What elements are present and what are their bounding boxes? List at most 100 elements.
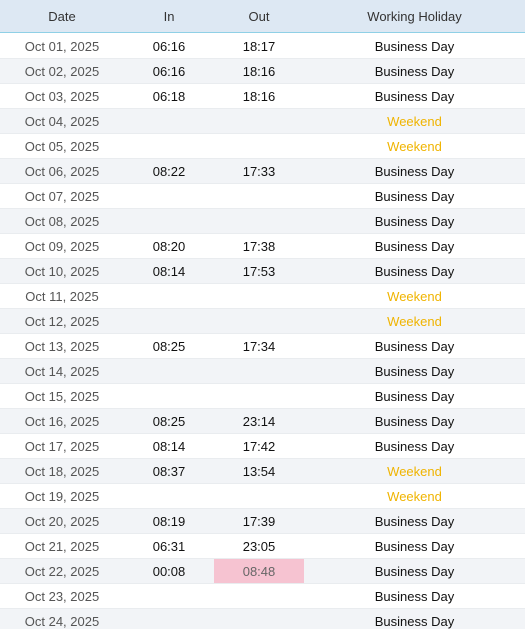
in-time-cell (124, 209, 214, 233)
in-time-cell: 06:16 (152, 39, 186, 54)
table-row[interactable]: Oct 14, 2025 Business Day (0, 359, 525, 384)
in-time-cell (124, 109, 214, 133)
working-holiday-cell: Weekend (387, 314, 442, 329)
date-cell: Oct 01, 2025 (24, 39, 100, 54)
table-row[interactable]: Oct 20, 2025 08:19 17:39 Business Day (0, 509, 525, 534)
working-holiday-cell: Business Day (374, 364, 455, 379)
working-holiday-cell: Weekend (387, 464, 442, 479)
table-row[interactable]: Oct 08, 2025 Business Day (0, 209, 525, 234)
table-row[interactable]: Oct 04, 2025 Weekend (0, 109, 525, 134)
in-time-cell (124, 359, 214, 383)
working-holiday-cell: Business Day (374, 614, 455, 629)
table-row[interactable]: Oct 23, 2025 Business Day (0, 584, 525, 609)
out-time-cell: 17:38 (242, 239, 276, 254)
out-time-cell: 23:05 (242, 539, 276, 554)
table-row[interactable]: Oct 02, 2025 06:16 18:16 Business Day (0, 59, 525, 84)
table-row[interactable]: Oct 05, 2025 Weekend (0, 134, 525, 159)
out-time-cell: 08:48 (214, 559, 304, 583)
out-time-cell (214, 609, 304, 629)
table-row[interactable]: Oct 16, 2025 08:25 23:14 Business Day (0, 409, 525, 434)
table-row[interactable]: Oct 01, 2025 06:16 18:17 Business Day (0, 34, 525, 59)
table-row[interactable]: Oct 22, 2025 00:08 08:48 Business Day (0, 559, 525, 584)
table-row[interactable]: Oct 10, 2025 08:14 17:53 Business Day (0, 259, 525, 284)
date-cell: Oct 23, 2025 (24, 589, 100, 604)
table-body: Oct 01, 2025 06:16 18:17 Business Day Oct 02… (0, 34, 525, 629)
in-time-cell: 08:22 (152, 164, 186, 179)
in-time-cell (124, 134, 214, 158)
working-holiday-cell: Weekend (387, 489, 442, 504)
table-row[interactable]: Oct 12, 2025 Weekend (0, 309, 525, 334)
date-cell: Oct 11, 2025 (25, 289, 99, 304)
table-row[interactable]: Oct 03, 2025 06:18 18:16 Business Day (0, 84, 525, 109)
working-holiday-cell: Business Day (374, 564, 455, 579)
table-row[interactable]: Oct 15, 2025 Business Day (0, 384, 525, 409)
attendance-table: Date In Out Working Holiday Oct 01, 2025… (0, 0, 525, 629)
date-cell: Oct 02, 2025 (24, 64, 100, 79)
working-holiday-cell: Business Day (374, 239, 455, 254)
date-cell: Oct 07, 2025 (24, 189, 100, 204)
out-time-cell (214, 109, 304, 133)
date-cell: Oct 16, 2025 (24, 414, 100, 429)
column-header-working-holiday[interactable]: Working Holiday (304, 0, 525, 32)
working-holiday-cell: Business Day (374, 189, 455, 204)
out-time-cell: 17:39 (242, 514, 276, 529)
in-time-cell: 00:08 (152, 564, 186, 579)
table-row[interactable]: Oct 09, 2025 08:20 17:38 Business Day (0, 234, 525, 259)
date-cell: Oct 24, 2025 (24, 614, 100, 629)
working-holiday-cell: Weekend (387, 289, 442, 304)
date-cell: Oct 08, 2025 (24, 214, 100, 229)
in-time-cell: 08:14 (152, 439, 186, 454)
out-time-cell: 23:14 (242, 414, 276, 429)
in-time-cell: 06:18 (152, 89, 186, 104)
working-holiday-cell: Business Day (374, 414, 455, 429)
date-cell: Oct 05, 2025 (24, 139, 100, 154)
out-time-cell: 17:33 (242, 164, 276, 179)
working-holiday-cell: Weekend (387, 114, 442, 129)
working-holiday-cell: Business Day (374, 389, 455, 404)
date-cell: Oct 14, 2025 (24, 364, 100, 379)
date-cell: Oct 06, 2025 (24, 164, 100, 179)
out-time-cell (214, 384, 304, 408)
in-time-cell: 06:16 (152, 64, 186, 79)
date-cell: Oct 12, 2025 (24, 314, 100, 329)
out-time-cell: 17:42 (242, 439, 276, 454)
in-time-cell (124, 384, 214, 408)
out-time-cell (214, 209, 304, 233)
in-time-cell: 08:25 (152, 414, 186, 429)
date-cell: Oct 20, 2025 (24, 514, 100, 529)
table-row[interactable]: Oct 06, 2025 08:22 17:33 Business Day (0, 159, 525, 184)
out-time-cell (214, 134, 304, 158)
working-holiday-cell: Business Day (374, 64, 455, 79)
table-row[interactable]: Oct 19, 2025 Weekend (0, 484, 525, 509)
working-holiday-cell: Business Day (374, 439, 455, 454)
table-row[interactable]: Oct 13, 2025 08:25 17:34 Business Day (0, 334, 525, 359)
in-time-cell (124, 584, 214, 608)
column-header-in[interactable]: In (124, 0, 214, 32)
table-row[interactable]: Oct 11, 2025 Weekend (0, 284, 525, 309)
out-time-cell: 18:17 (242, 39, 276, 54)
column-header-out[interactable]: Out (214, 0, 304, 32)
date-cell: Oct 22, 2025 (24, 564, 100, 579)
working-holiday-cell: Business Day (374, 264, 455, 279)
working-holiday-cell: Business Day (374, 339, 455, 354)
working-holiday-cell: Weekend (387, 139, 442, 154)
date-cell: Oct 04, 2025 (24, 114, 100, 129)
working-holiday-cell: Business Day (374, 514, 455, 529)
working-holiday-cell: Business Day (374, 89, 455, 104)
table-row[interactable]: Oct 07, 2025 Business Day (0, 184, 525, 209)
table-row[interactable]: Oct 24, 2025 Business Day (0, 609, 525, 629)
date-cell: Oct 03, 2025 (24, 89, 100, 104)
in-time-cell: 08:19 (152, 514, 186, 529)
in-time-cell (124, 309, 214, 333)
out-time-cell: 18:16 (242, 64, 276, 79)
date-cell: Oct 18, 2025 (24, 464, 100, 479)
table-row[interactable]: Oct 18, 2025 08:37 13:54 Weekend (0, 459, 525, 484)
out-time-cell: 17:53 (242, 264, 276, 279)
table-row[interactable]: Oct 21, 2025 06:31 23:05 Business Day (0, 534, 525, 559)
column-header-date[interactable]: Date (0, 0, 124, 32)
working-holiday-cell: Business Day (374, 589, 455, 604)
working-holiday-cell: Business Day (374, 164, 455, 179)
table-row[interactable]: Oct 17, 2025 08:14 17:42 Business Day (0, 434, 525, 459)
date-cell: Oct 15, 2025 (24, 389, 100, 404)
in-time-cell (124, 284, 214, 308)
